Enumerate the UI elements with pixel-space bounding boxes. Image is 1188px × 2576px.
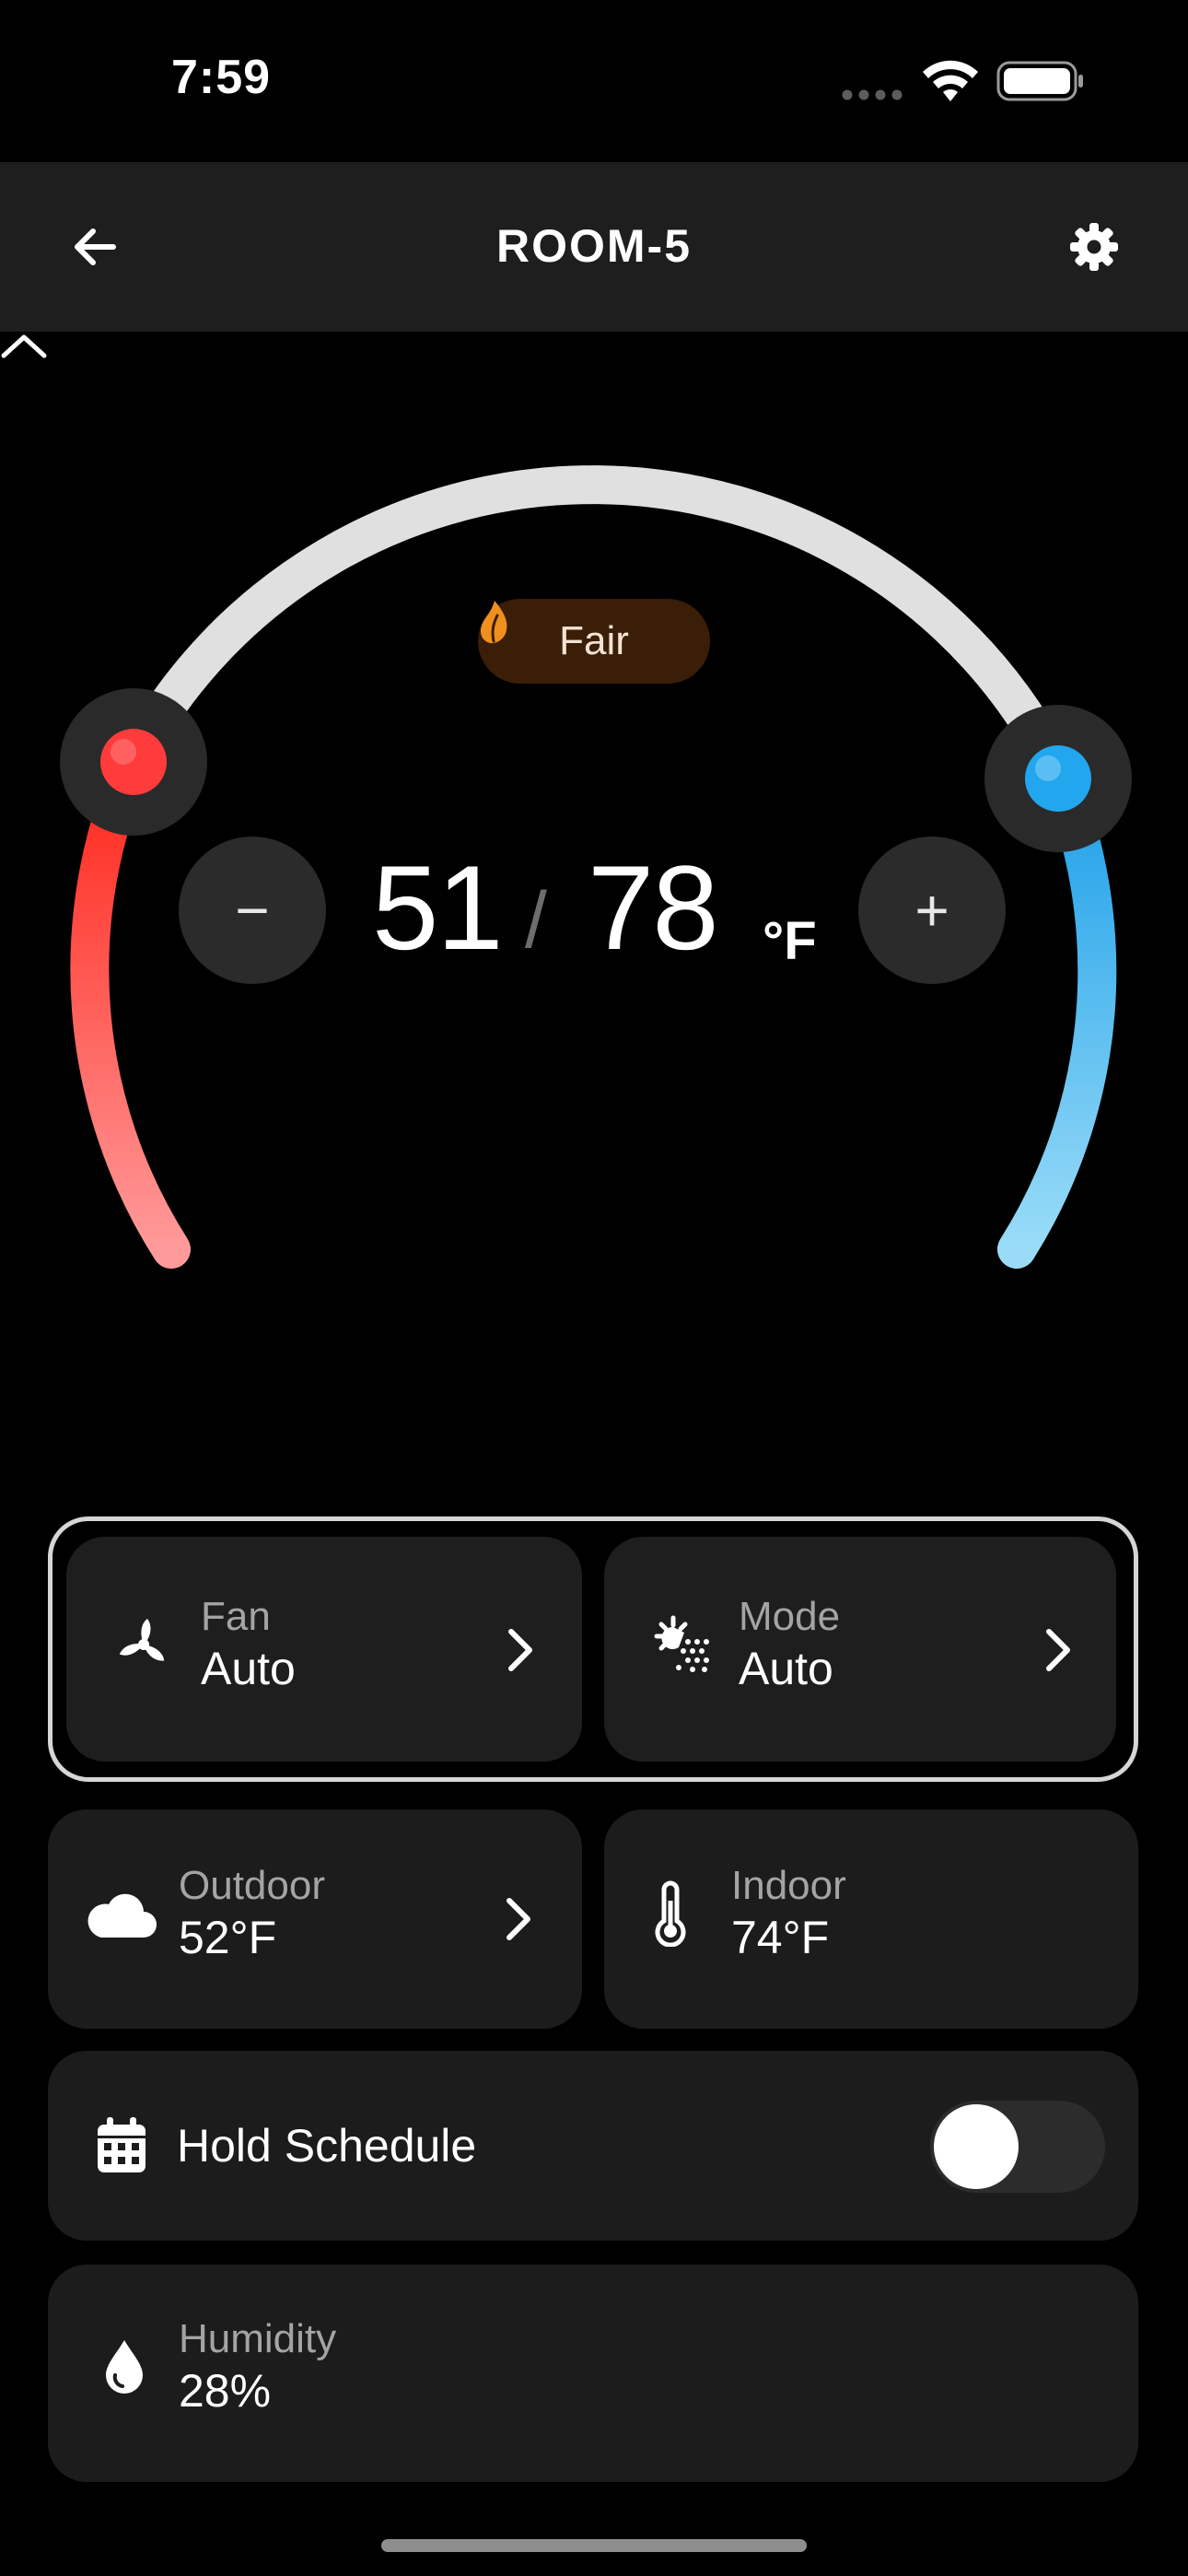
hold-schedule-toggle[interactable]: [930, 2101, 1105, 2193]
minus-icon: −: [235, 877, 270, 943]
chevron-right-icon: [1046, 1629, 1070, 1671]
temperature-unit: °F: [763, 911, 817, 971]
leaf-icon: [481, 601, 507, 644]
fan-icon: [111, 1615, 177, 1674]
hold-schedule-card: Hold Schedule: [48, 2051, 1138, 2241]
home-indicator: [381, 2539, 807, 2552]
increase-button[interactable]: +: [858, 837, 1006, 984]
droplet-icon: [101, 2338, 147, 2395]
hold-schedule-label: Hold Schedule: [177, 2120, 477, 2172]
app-header: ROOM-5: [0, 162, 1188, 332]
mode-card[interactable]: Mode Auto: [604, 1537, 1116, 1762]
calendar-icon: [96, 2117, 147, 2174]
humidity-label: Humidity: [179, 2316, 337, 2361]
heat-setpoint-handle[interactable]: [60, 688, 207, 836]
outdoor-label: Outdoor: [179, 1863, 325, 1908]
outdoor-card[interactable]: Outdoor 52°F: [48, 1809, 582, 2029]
indoor-card: Indoor 74°F: [604, 1809, 1138, 2029]
decrease-button[interactable]: −: [179, 837, 326, 984]
toggle-knob: [934, 2104, 1019, 2189]
humidity-value: 28%: [179, 2364, 272, 2417]
selected-caret-icon: [1, 334, 47, 358]
air-quality-label: Fair: [559, 618, 629, 663]
humidity-card: Humidity 28%: [48, 2265, 1138, 2482]
indoor-value: 74°F: [731, 1911, 830, 1963]
cool-setpoint-handle[interactable]: [984, 705, 1132, 852]
cool-setpoint[interactable]: 78: [588, 848, 719, 967]
status-bar: 7:59: [0, 0, 1188, 162]
fan-label: Fan: [201, 1594, 271, 1639]
air-quality-badge: Fair: [478, 599, 710, 684]
cellular-signal-icon: [842, 89, 903, 100]
mode-value: Auto: [739, 1642, 833, 1694]
status-time: 7:59: [171, 51, 272, 104]
cloud-icon: [85, 1888, 158, 1939]
indoor-label: Indoor: [731, 1863, 846, 1908]
wifi-icon: [923, 60, 978, 101]
chevron-right-icon: [508, 1629, 532, 1671]
battery-icon: [996, 61, 1083, 101]
thermostat-dial: Fair − 51 / 78 °F +: [0, 332, 1188, 1493]
page-title: ROOM-5: [496, 220, 692, 272]
fan-card[interactable]: Fan Auto: [66, 1537, 582, 1762]
outdoor-value: 52°F: [179, 1911, 277, 1963]
plus-icon: +: [914, 877, 949, 943]
chevron-right-icon: [507, 1898, 530, 1940]
sun-snow-icon: [648, 1614, 715, 1675]
settings-button[interactable]: [1059, 212, 1129, 282]
setpoint-separator: /: [525, 876, 547, 965]
mode-label: Mode: [739, 1594, 841, 1639]
fan-value: Auto: [201, 1642, 296, 1694]
heat-setpoint[interactable]: 51: [372, 848, 504, 967]
gear-icon: [1070, 223, 1118, 271]
thermometer-icon: [646, 1880, 694, 1948]
